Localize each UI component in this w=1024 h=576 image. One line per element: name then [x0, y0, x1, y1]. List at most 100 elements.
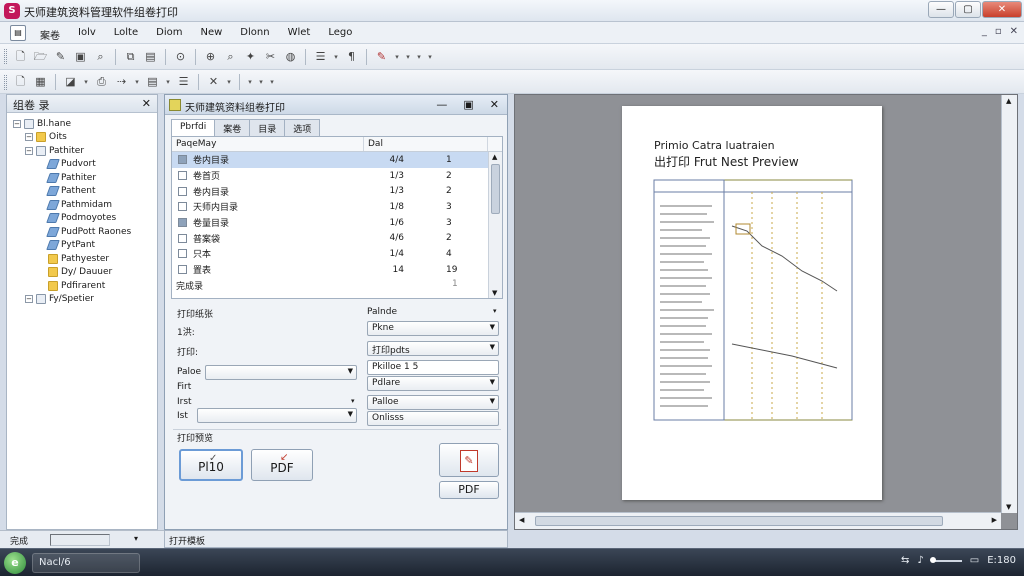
scroll-thumb[interactable]: [491, 164, 500, 214]
scroll-up-icon[interactable]: ▲: [1006, 97, 1011, 105]
toolbar-grip[interactable]: [4, 49, 7, 64]
chevron-down-icon[interactable]: ▾: [257, 78, 265, 86]
edit-icon[interactable]: ✎: [52, 48, 69, 65]
taskbar-app-item[interactable]: Nacl/6: [32, 553, 140, 573]
menu-item-5[interactable]: New: [200, 27, 222, 42]
highlight-icon[interactable]: ✦: [242, 48, 259, 65]
chevron-down-icon[interactable]: ▾: [493, 307, 497, 315]
cut-icon[interactable]: ✂: [262, 48, 279, 65]
table-row[interactable]: 卷内目录 4/4 1: [172, 152, 502, 168]
tree-item[interactable]: PytPant: [13, 239, 157, 253]
tree-item[interactable]: Pathiter: [13, 171, 157, 185]
export-pdf-icon-button[interactable]: ✎: [439, 443, 499, 477]
globe-icon[interactable]: ◍: [282, 48, 299, 65]
status-dropdown-icon[interactable]: ▾: [134, 534, 138, 543]
copy-icon[interactable]: ⧉: [122, 48, 139, 65]
chevron-down-icon[interactable]: ▾: [246, 78, 254, 86]
table-row[interactable]: 只本 1/4 4: [172, 246, 502, 262]
table-row[interactable]: 卷内目录 1/3 2: [172, 183, 502, 199]
minimize-button[interactable]: —: [928, 1, 954, 18]
row-checkbox[interactable]: [178, 265, 187, 275]
scroll-down-icon[interactable]: ▼: [1006, 503, 1011, 511]
properties-icon[interactable]: ☰: [312, 48, 329, 65]
list-scrollbar[interactable]: ▲ ▼: [488, 152, 502, 298]
chevron-down-icon[interactable]: ▾: [404, 53, 412, 61]
tree-item[interactable]: − Pathiter: [13, 144, 157, 158]
page-icon[interactable]: 🗋: [12, 73, 29, 90]
row-checkbox[interactable]: [178, 202, 187, 212]
chevron-down-icon[interactable]: ▾: [164, 78, 172, 86]
paste-icon[interactable]: ▤: [142, 48, 159, 65]
table-row[interactable]: 普案袋 4/6 2: [172, 230, 502, 246]
chevron-down-icon[interactable]: ▾: [225, 78, 233, 86]
scroll-left-icon[interactable]: ◀: [519, 516, 524, 524]
tab-1[interactable]: Pbrfdi: [171, 119, 216, 137]
expand-toggle-icon[interactable]: −: [13, 119, 21, 128]
menu-item-4[interactable]: Diom: [156, 27, 182, 42]
menu-item-3[interactable]: Lolte: [114, 27, 138, 42]
maximize-button[interactable]: ▢: [955, 1, 981, 18]
scroll-down-icon[interactable]: ▼: [492, 289, 497, 297]
format-icon[interactable]: ¶: [343, 48, 360, 65]
minimize-icon[interactable]: —: [436, 98, 447, 111]
scroll-up-icon[interactable]: ▲: [492, 153, 497, 161]
tree-item[interactable]: − Fy/Spetier: [13, 293, 157, 307]
menu-item-7[interactable]: Wlet: [288, 27, 311, 42]
close-button[interactable]: ✕: [982, 1, 1022, 18]
volume-icon[interactable]: ▦: [32, 73, 49, 90]
mdi-restore-icon[interactable]: ▫: [995, 26, 1002, 37]
tree-item[interactable]: − Bl.hane: [13, 117, 157, 131]
option-select-1[interactable]: Pkne ▼: [367, 321, 499, 336]
tree-item[interactable]: Dy/ Dauuer: [13, 266, 157, 280]
row-checkbox[interactable]: [178, 171, 187, 181]
color-icon[interactable]: ✎: [373, 48, 390, 65]
range-select[interactable]: ▼: [197, 408, 357, 423]
table-row[interactable]: 卷量目录 1/6 3: [172, 215, 502, 231]
menu-item-8[interactable]: Lego: [328, 27, 352, 42]
chevron-down-icon[interactable]: ▾: [426, 53, 434, 61]
menu-item-1[interactable]: 案卷: [40, 27, 60, 42]
column-header-pages[interactable]: Dal: [364, 137, 488, 151]
row-checkbox[interactable]: [178, 218, 187, 228]
save-icon[interactable]: ▣: [72, 48, 89, 65]
option-select-4[interactable]: Pdlare ▼: [367, 376, 499, 391]
display-icon[interactable]: ▭: [970, 555, 979, 566]
mdi-close-icon[interactable]: ✕: [1010, 26, 1018, 37]
tab-4[interactable]: 选项: [284, 119, 321, 136]
find-icon[interactable]: ⌕: [222, 48, 239, 65]
export-pdf-button[interactable]: PDF: [439, 481, 499, 499]
pages-select[interactable]: ▼: [205, 365, 357, 380]
toolbar-grip[interactable]: [4, 75, 7, 90]
pdf-button[interactable]: ↙ PDF: [251, 449, 313, 481]
open-folder-icon[interactable]: 🗁: [32, 48, 49, 65]
table-icon[interactable]: ▤: [144, 73, 161, 90]
tree-item[interactable]: − Oits: [13, 131, 157, 145]
close-icon[interactable]: ✕: [490, 98, 499, 111]
preview-vertical-scrollbar[interactable]: ▲ ▼: [1001, 95, 1017, 513]
tree-item[interactable]: Pathent: [13, 185, 157, 199]
scroll-thumb[interactable]: [535, 516, 943, 526]
row-checkbox[interactable]: [178, 186, 187, 196]
document-icon[interactable]: ▤: [10, 25, 26, 41]
print-button[interactable]: ✓ Pl10: [179, 449, 243, 481]
volume-knob[interactable]: [929, 556, 936, 563]
option-select-6[interactable]: Onlisss: [367, 411, 499, 426]
menu-item-2[interactable]: Iolv: [78, 27, 96, 42]
network-icon[interactable]: ⇆: [901, 555, 909, 566]
list-icon[interactable]: ☰: [175, 73, 192, 90]
volume-slider[interactable]: [929, 556, 962, 563]
expand-toggle-icon[interactable]: −: [25, 146, 33, 155]
chevron-down-icon[interactable]: ▾: [332, 53, 340, 61]
scroll-right-icon[interactable]: ▶: [992, 516, 997, 524]
table-row[interactable]: 天师内目录 1/8 3: [172, 199, 502, 215]
table-row[interactable]: 置表 14 19: [172, 262, 502, 278]
tab-3[interactable]: 目录: [249, 119, 286, 136]
row-checkbox[interactable]: [178, 249, 187, 259]
tree-item[interactable]: Pdfirarent: [13, 279, 157, 293]
row-checkbox[interactable]: [178, 155, 187, 165]
preview-page[interactable]: Primio Catra luatraien 出打印 Frut Nest Pre…: [622, 106, 882, 500]
chevron-down-icon[interactable]: ▾: [351, 397, 355, 405]
tree-item[interactable]: Pathmidam: [13, 198, 157, 212]
preview-icon[interactable]: ⊙: [172, 48, 189, 65]
print-icon[interactable]: ⎙: [93, 73, 110, 90]
